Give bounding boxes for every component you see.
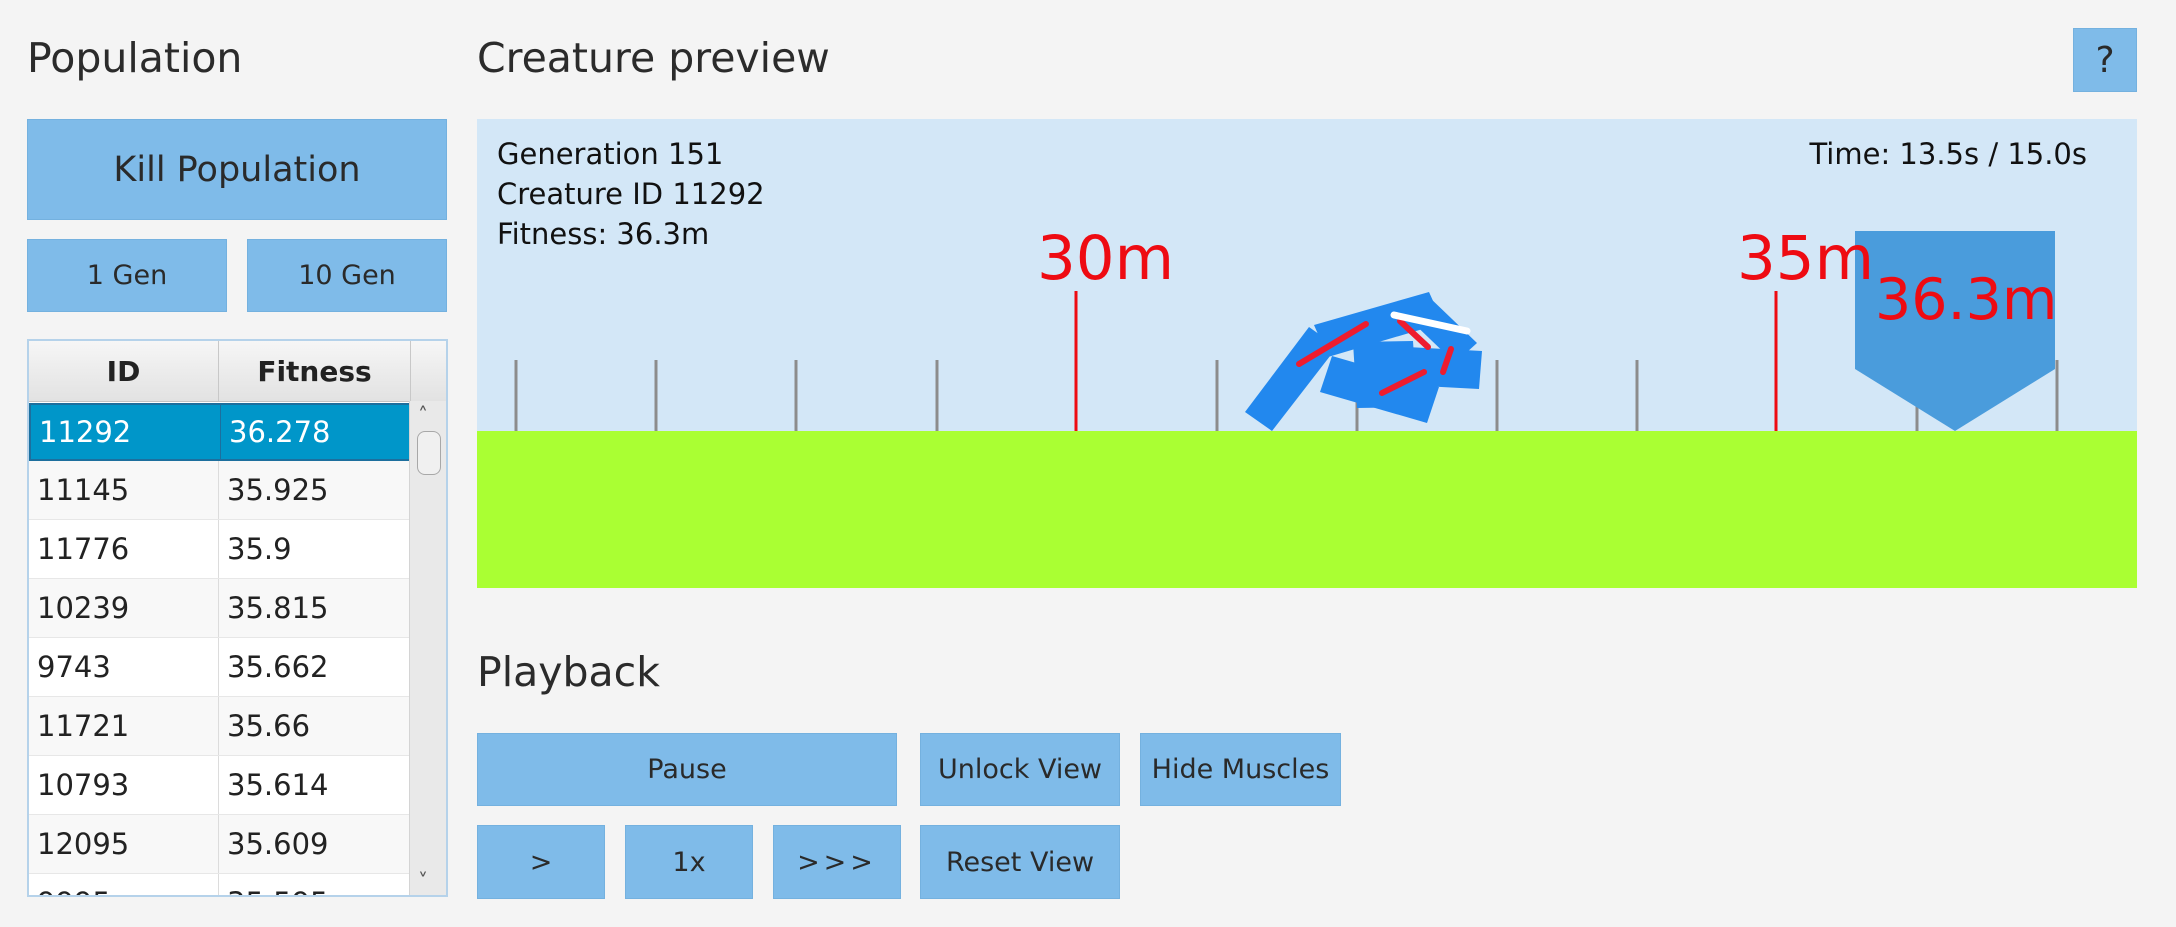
column-header-fitness[interactable]: Fitness: [219, 341, 411, 401]
marker-35m-label: 35m: [1737, 223, 1875, 294]
population-table[interactable]: ID Fitness 11292 36.278 11145 35.925 11776…: [27, 339, 448, 897]
row-id: 11721: [37, 709, 130, 743]
table-row[interactable]: 11292 36.278: [29, 403, 411, 461]
creature-preview-canvas[interactable]: Generation 151 Creature ID 11292 Fitness…: [477, 119, 2137, 588]
table-rows: 11292 36.278 11145 35.925 11776 35.9 10239 3…: [29, 403, 411, 895]
row-fitness: 35.815: [227, 591, 329, 625]
time-label: Time: 13.5s / 15.0s: [1809, 137, 2087, 171]
table-scrollbar[interactable]: ˄ ˅: [409, 401, 446, 895]
reset-view-button[interactable]: Reset View: [920, 825, 1120, 899]
ten-gen-button[interactable]: 10 Gen: [247, 239, 447, 312]
row-fitness: 35.595: [227, 874, 407, 895]
scroll-up-arrow-icon[interactable]: ˄: [418, 403, 428, 427]
fitness-label: Fitness: 36.3m: [497, 217, 710, 251]
table-row[interactable]: 9995 35.595: [29, 874, 411, 895]
preview-title: Creature preview: [477, 34, 830, 82]
generation-label: Generation 151: [497, 137, 724, 171]
row-id: 11145: [37, 473, 130, 507]
ground: [477, 431, 2137, 588]
table-row[interactable]: 10239 35.815: [29, 579, 411, 638]
table-row[interactable]: 11776 35.9: [29, 520, 411, 579]
row-id: 11292: [39, 415, 132, 449]
row-id: 12095: [37, 827, 130, 861]
row-fitness: 35.662: [227, 650, 329, 684]
table-row[interactable]: 12095 35.609: [29, 815, 411, 874]
table-row[interactable]: 9743 35.662: [29, 638, 411, 697]
creature-id-label: Creature ID 11292: [497, 177, 765, 211]
row-fitness: 35.609: [227, 827, 329, 861]
row-fitness: 36.278: [229, 415, 331, 449]
table-row[interactable]: 10793 35.614: [29, 756, 411, 815]
hide-muscles-button[interactable]: Hide Muscles: [1140, 733, 1341, 806]
row-id: 11776: [37, 532, 130, 566]
unlock-view-button[interactable]: Unlock View: [920, 733, 1120, 806]
fast-forward-button[interactable]: >>>: [773, 825, 901, 899]
one-gen-button[interactable]: 1 Gen: [27, 239, 227, 312]
row-id: 9995: [37, 874, 217, 895]
row-fitness: 35.614: [227, 768, 329, 802]
table-row[interactable]: 11145 35.925: [29, 461, 411, 520]
current-distance-label: 36.3m: [1875, 267, 2058, 333]
row-id: 10793: [37, 768, 130, 802]
row-fitness: 35.9: [227, 532, 292, 566]
playback-title: Playback: [477, 648, 660, 696]
column-header-id[interactable]: ID: [29, 341, 219, 401]
table-header: ID Fitness: [29, 341, 446, 402]
row-fitness: 35.925: [227, 473, 329, 507]
table-row[interactable]: 11721 35.66: [29, 697, 411, 756]
pause-button[interactable]: Pause: [477, 733, 897, 806]
step-button[interactable]: >: [477, 825, 605, 899]
row-id: 9743: [37, 650, 111, 684]
scroll-thumb[interactable]: [417, 431, 441, 475]
row-id: 10239: [37, 591, 130, 625]
marker-30m-label: 30m: [1037, 223, 1175, 294]
kill-population-button[interactable]: Kill Population: [27, 119, 447, 220]
population-title: Population: [27, 34, 243, 82]
speed-button[interactable]: 1x: [625, 825, 753, 899]
scroll-down-arrow-icon[interactable]: ˅: [418, 869, 428, 893]
row-fitness: 35.66: [227, 709, 311, 743]
help-button[interactable]: ?: [2073, 28, 2137, 92]
